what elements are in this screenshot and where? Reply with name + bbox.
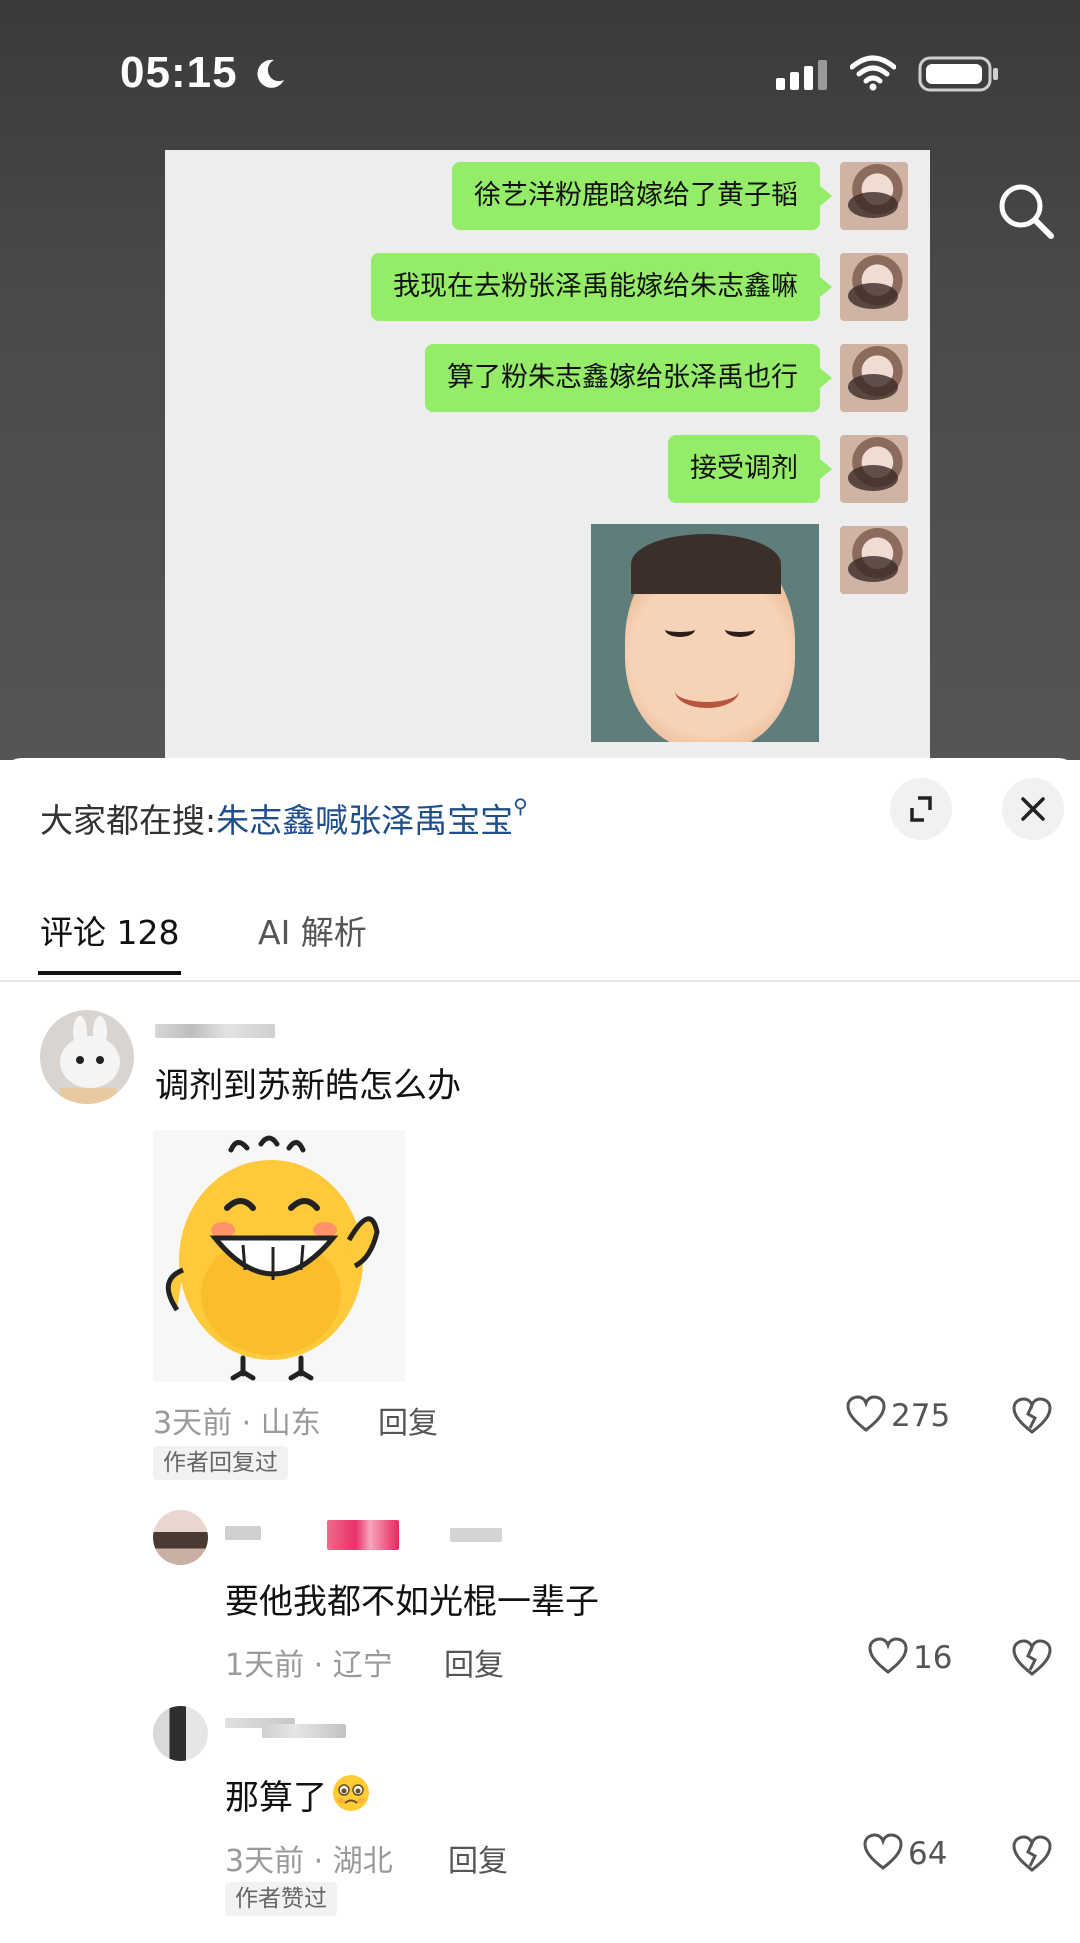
avatar[interactable] xyxy=(153,1510,208,1565)
comment-text: 调剂到苏新皓怎么办 xyxy=(155,1066,461,1106)
wifi-icon xyxy=(850,55,896,91)
like-count: 275 xyxy=(891,1398,951,1434)
chat-avatar xyxy=(840,526,908,594)
comment-text-content: 那算了 xyxy=(225,1778,327,1818)
like-button[interactable]: 64 xyxy=(862,1832,947,1876)
chat-avatar xyxy=(840,344,908,412)
heart-icon xyxy=(868,1637,908,1674)
battery-icon xyxy=(918,56,998,92)
search-suggestion[interactable]: 大家都在搜:朱志鑫喊张泽禹宝宝⚲ xyxy=(40,794,528,842)
status-time: 05:15 xyxy=(120,48,238,97)
small-search-icon: ⚲ xyxy=(513,794,528,818)
chat-bubble: 算了粉朱志鑫嫁给张泽禹也行 xyxy=(425,344,832,412)
broken-heart-icon[interactable] xyxy=(1010,1636,1054,1680)
like-count: 64 xyxy=(908,1836,948,1872)
chat-avatar xyxy=(840,435,908,503)
laughing-chick-icon xyxy=(165,1135,380,1381)
signal-icon xyxy=(776,60,827,90)
broken-heart-icon[interactable] xyxy=(1010,1832,1054,1876)
broken-heart-icon[interactable] xyxy=(1010,1394,1054,1438)
heart-icon xyxy=(846,1395,886,1432)
crying-face-emoji-icon xyxy=(333,1775,369,1811)
like-count: 16 xyxy=(913,1640,953,1676)
like-button[interactable]: 16 xyxy=(867,1636,952,1680)
chat-bubble: 接受调剂 xyxy=(668,435,832,503)
search-icon[interactable] xyxy=(995,180,1057,242)
suggest-prefix: 大家都在搜: xyxy=(40,801,217,840)
reply-button[interactable]: 回复 xyxy=(448,1836,508,1880)
chick-sticker-image[interactable] xyxy=(153,1130,405,1382)
username-blurred[interactable] xyxy=(450,1528,502,1542)
username-blurred[interactable] xyxy=(155,1024,275,1038)
avatar[interactable] xyxy=(40,1010,134,1104)
video-player[interactable]: 05:15 徐艺洋粉鹿晗嫁给了黄子韬 我现在去粉张泽禹能嫁给朱志鑫嘛 算了粉朱志… xyxy=(0,0,1080,760)
chat-avatar xyxy=(840,253,908,321)
username-blurred[interactable] xyxy=(262,1724,346,1738)
close-icon xyxy=(1021,797,1045,821)
rabbit-avatar-icon xyxy=(60,1016,120,1104)
comment-meta: 3天前 · 山东 xyxy=(153,1406,321,1441)
tab-ai-analysis[interactable]: AI 解析 xyxy=(258,906,367,954)
comment-sheet: 大家都在搜:朱志鑫喊张泽禹宝宝⚲ 评论 128 AI 解析 调剂到苏新皓怎么办 xyxy=(0,758,1080,1943)
like-button[interactable]: 275 xyxy=(845,1394,950,1438)
username-badge-blurred xyxy=(327,1520,399,1550)
username-blurred[interactable] xyxy=(225,1526,261,1540)
comment-meta: 3天前 · 湖北 xyxy=(225,1844,393,1879)
close-button[interactable] xyxy=(1002,778,1064,840)
status-bar: 05:15 xyxy=(0,0,1080,150)
expand-icon xyxy=(910,796,932,822)
heart-icon xyxy=(863,1833,903,1870)
chat-bubble: 我现在去粉张泽禹能嫁给朱志鑫嘛 xyxy=(371,253,832,321)
author-replied-tag: 作者回复过 xyxy=(153,1446,288,1480)
chat-avatar xyxy=(840,162,908,230)
tabs-divider xyxy=(0,980,1080,982)
comment-text: 要他我都不如光棍一辈子 xyxy=(225,1582,599,1622)
active-tab-indicator xyxy=(38,971,181,975)
baby-hair xyxy=(631,534,781,594)
reply-button[interactable]: 回复 xyxy=(444,1640,504,1684)
tab-comments[interactable]: 评论 128 xyxy=(40,906,179,954)
baby-eye xyxy=(665,622,695,637)
comment-text: 那算了 xyxy=(225,1770,371,1819)
chat-bubble: 徐艺洋粉鹿晗嫁给了黄子韬 xyxy=(452,162,832,230)
comment-meta: 1天前 · 辽宁 xyxy=(225,1648,393,1683)
avatar[interactable] xyxy=(153,1706,208,1761)
baby-eye xyxy=(725,622,755,637)
author-liked-tag: 作者赞过 xyxy=(225,1882,337,1916)
baby-sticker-image xyxy=(591,524,819,742)
baby-mouth xyxy=(675,674,739,708)
suggest-query-link[interactable]: 朱志鑫喊张泽禹宝宝 xyxy=(216,801,513,840)
chat-screenshot: 徐艺洋粉鹿晗嫁给了黄子韬 我现在去粉张泽禹能嫁给朱志鑫嘛 算了粉朱志鑫嫁给张泽禹… xyxy=(165,150,930,760)
moon-icon xyxy=(257,59,284,88)
expand-button[interactable] xyxy=(890,778,952,840)
reply-button[interactable]: 回复 xyxy=(378,1398,438,1442)
